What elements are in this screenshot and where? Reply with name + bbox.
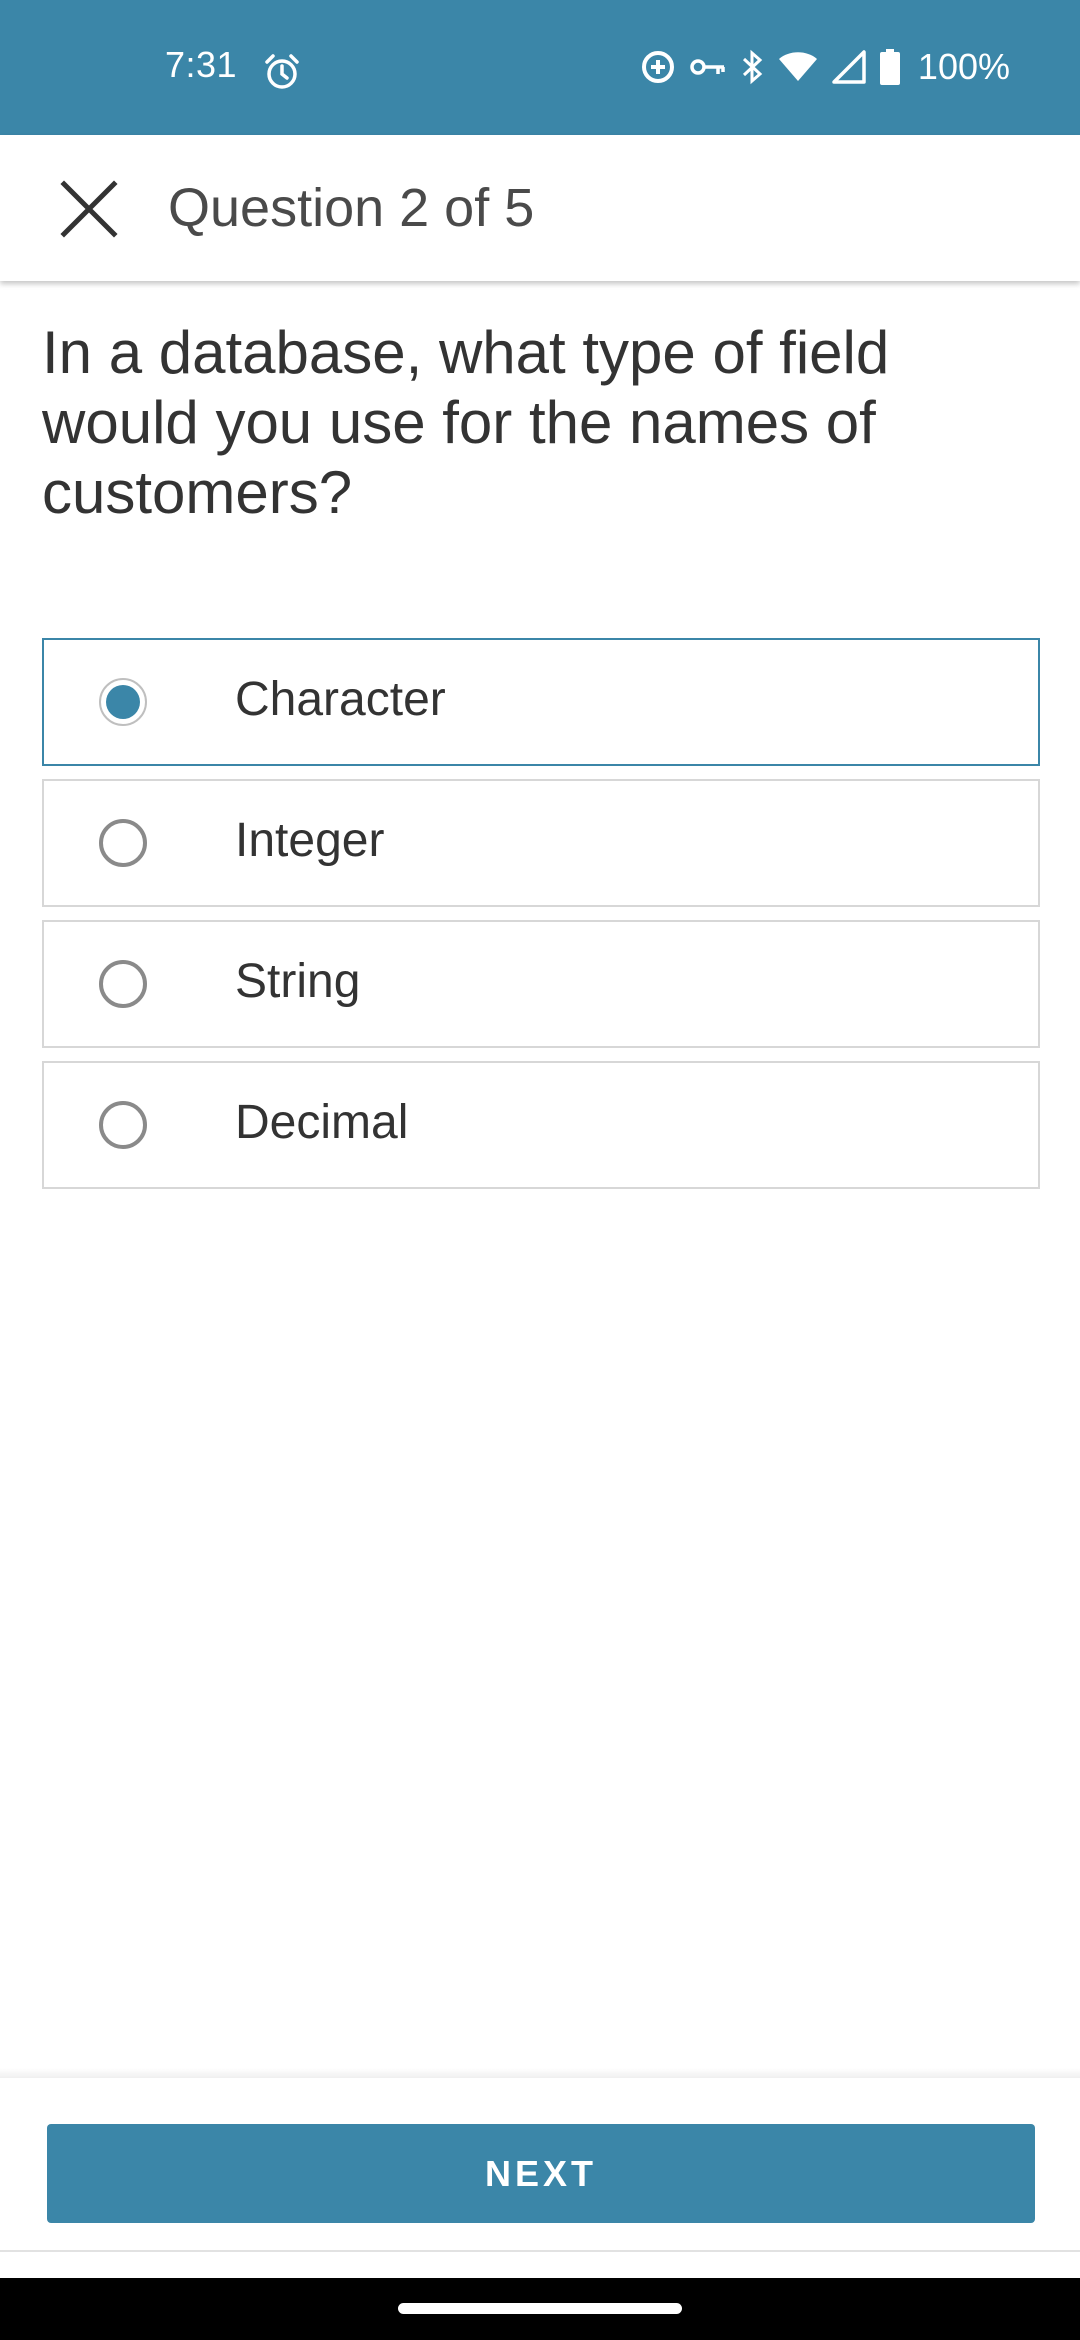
option-string[interactable]: String: [42, 920, 1040, 1048]
vpn-key-icon: [690, 55, 726, 79]
option-decimal[interactable]: Decimal: [42, 1061, 1040, 1189]
app-bar: Question 2 of 5: [0, 135, 1080, 281]
radio-unselected-icon[interactable]: [99, 819, 147, 867]
option-label: String: [235, 954, 361, 1008]
data-saver-icon: [640, 49, 676, 85]
next-button[interactable]: NEXT: [47, 2124, 1035, 2223]
alarm-icon: [262, 52, 302, 92]
radio-selected-icon[interactable]: [99, 678, 147, 726]
option-label: Integer: [235, 813, 385, 867]
system-nav-bar: [0, 2278, 1080, 2340]
radio-unselected-icon[interactable]: [99, 1101, 147, 1149]
battery-percentage: 100%: [917, 46, 1010, 87]
wifi-icon: [778, 51, 818, 83]
option-label: Decimal: [235, 1095, 409, 1149]
close-icon: [60, 180, 118, 238]
close-button[interactable]: [44, 171, 134, 247]
status-bar: 7:31 100%: [0, 0, 1080, 135]
status-icons: 100%: [640, 46, 1010, 87]
radio-unselected-icon[interactable]: [99, 960, 147, 1008]
status-time: 7:31: [165, 44, 238, 85]
divider: [0, 2250, 1080, 2252]
answer-options: Character Integer String Decimal: [42, 638, 1040, 1202]
option-integer[interactable]: Integer: [42, 779, 1040, 907]
battery-icon: [879, 49, 900, 85]
option-character[interactable]: Character: [42, 638, 1040, 766]
page-title: Question 2 of 5: [168, 178, 535, 238]
question-text: In a database, what type of field would …: [42, 319, 890, 526]
option-label: Character: [235, 672, 446, 726]
cell-signal-icon: [832, 50, 866, 84]
home-handle[interactable]: [398, 2303, 682, 2314]
bluetooth-icon: [740, 49, 764, 85]
